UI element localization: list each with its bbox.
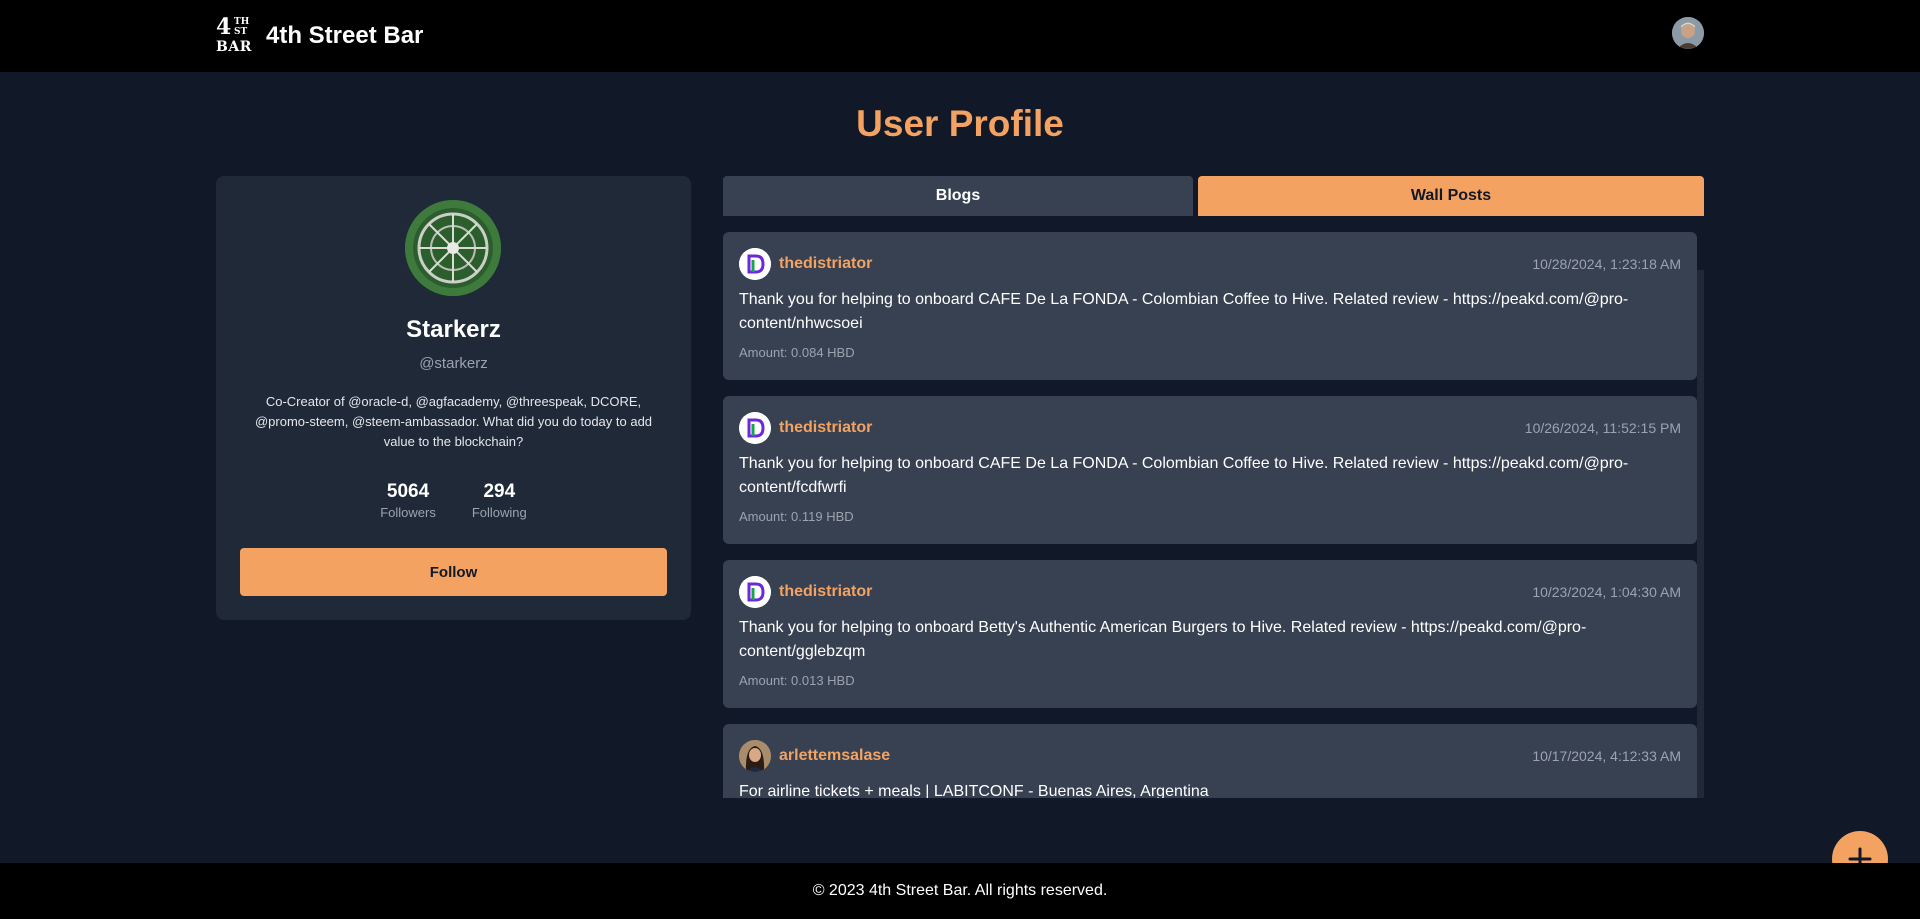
user-avatar-icon[interactable] <box>1672 17 1704 49</box>
post-date: 10/23/2024, 1:04:30 AM <box>1532 584 1681 600</box>
brand-link[interactable]: 4 TH ST BAR 4th Street Bar <box>216 16 423 56</box>
post-amount: Amount: 0.084 HBD <box>739 345 855 360</box>
post-amount: Amount: 0.013 HBD <box>739 673 855 688</box>
post-date: 10/26/2024, 11:52:15 PM <box>1524 420 1681 436</box>
tab-wall-posts[interactable]: Wall Posts <box>1198 176 1704 216</box>
top-navbar: 4 TH ST BAR 4th Street Bar <box>0 0 1920 72</box>
wall-post: thedistriator 10/28/2024, 1:23:18 AM Tha… <box>723 232 1697 380</box>
bar-logo-icon: 4 TH ST BAR <box>216 14 252 55</box>
user-avatar-icon[interactable] <box>739 740 771 772</box>
profile-handle: @starkerz <box>419 355 488 372</box>
distriator-avatar-icon[interactable] <box>739 248 771 280</box>
wall-post: thedistriator 10/23/2024, 1:04:30 AM Tha… <box>723 560 1697 708</box>
post-body: Thank you for helping to onboard CAFE De… <box>739 291 1629 332</box>
post-body: Thank you for helping to onboard Betty's… <box>739 619 1587 660</box>
profile-avatar <box>405 200 501 296</box>
app-name: 4th Street Bar <box>266 22 424 49</box>
post-body: Thank you for helping to onboard CAFE De… <box>739 455 1629 496</box>
page-footer: © 2023 4th Street Bar. All rights reserv… <box>0 863 1920 919</box>
post-amount: Amount: 0.119 HBD <box>739 509 854 524</box>
following-label: Following <box>471 505 527 520</box>
wall-post: arlettemsalase 10/17/2024, 4:12:33 AM Fo… <box>723 724 1697 798</box>
post-author[interactable]: thedistriator <box>779 583 872 601</box>
post-author[interactable]: thedistriator <box>779 255 872 273</box>
followers-label: Followers <box>380 505 436 520</box>
followers-count: 5064 <box>386 481 430 502</box>
posts-scrollbar[interactable] <box>1697 270 1704 798</box>
follow-button[interactable]: Follow <box>240 548 667 596</box>
wall-post: thedistriator 10/26/2024, 11:52:15 PM Th… <box>723 396 1697 544</box>
followers-stat[interactable]: 5064 Followers <box>380 480 436 522</box>
following-count: 294 <box>483 481 516 502</box>
distriator-avatar-icon[interactable] <box>739 412 771 444</box>
page-title: User Profile <box>856 103 1064 144</box>
post-date: 10/28/2024, 1:23:18 AM <box>1532 256 1681 272</box>
profile-bio: Co-Creator of @oracle-d, @agfacademy, @t… <box>254 394 653 449</box>
post-body: For airline tickets + meals | LABITCONF … <box>739 783 1209 798</box>
post-author[interactable]: arlettemsalase <box>779 747 890 765</box>
tab-blogs[interactable]: Blogs <box>723 176 1193 216</box>
wall-posts-list[interactable]: thedistriator 10/28/2024, 1:23:18 AM Tha… <box>723 232 1697 798</box>
profile-stats: 5064 Followers 294 Following <box>216 480 691 522</box>
post-date: 10/17/2024, 4:12:33 AM <box>1532 748 1681 764</box>
distriator-avatar-icon[interactable] <box>739 576 771 608</box>
post-author[interactable]: thedistriator <box>779 419 872 437</box>
profile-card: Starkerz @starkerz Co-Creator of @oracle… <box>216 176 691 620</box>
profile-name: Starkerz <box>406 316 501 343</box>
following-stat[interactable]: 294 Following <box>472 480 527 522</box>
footer-copyright: © 2023 4th Street Bar. All rights reserv… <box>812 882 1108 899</box>
